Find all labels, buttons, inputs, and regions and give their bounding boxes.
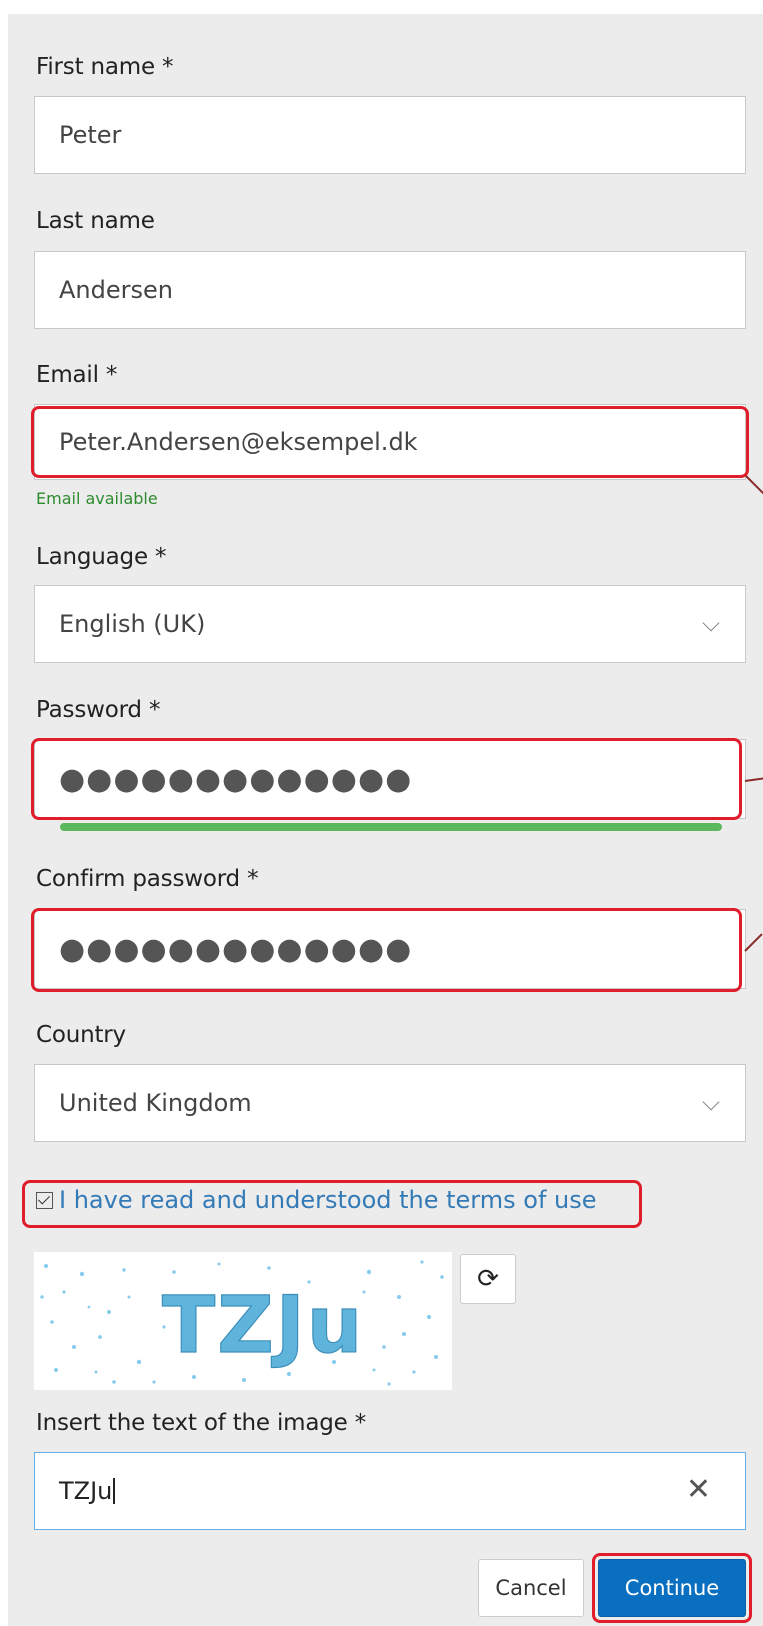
country-select[interactable]: United Kingdom: [34, 1064, 746, 1142]
email-input[interactable]: Peter.Andersen@eksempel.dk: [34, 404, 746, 480]
email-value: Peter.Andersen@eksempel.dk: [59, 428, 418, 456]
country-label: Country: [36, 1022, 126, 1048]
email-label: Email *: [36, 362, 118, 388]
confirm-password-value: ●●●●●●●●●●●●●: [59, 931, 413, 967]
password-input[interactable]: ●●●●●●●●●●●●●: [34, 739, 746, 819]
terms-checkbox-row[interactable]: I have read and understood the terms of …: [36, 1186, 597, 1214]
password-value: ●●●●●●●●●●●●●: [59, 761, 413, 797]
continue-button[interactable]: Continue: [598, 1559, 746, 1617]
first-name-label: First name *: [36, 54, 174, 80]
captcha-image: TZJu: [34, 1252, 452, 1390]
first-name-value: Peter: [59, 121, 122, 149]
cancel-button[interactable]: Cancel: [478, 1559, 584, 1617]
captcha-input-value: TZJu: [59, 1477, 113, 1505]
captcha-text-input[interactable]: TZJu ✕: [34, 1452, 746, 1530]
confirm-password-input[interactable]: ●●●●●●●●●●●●●: [34, 909, 746, 989]
password-strength-bar: [60, 823, 722, 831]
checkbox-checked-icon[interactable]: [36, 1191, 53, 1209]
country-value: United Kingdom: [59, 1089, 252, 1117]
chevron-down-icon: [702, 1093, 720, 1111]
clear-icon[interactable]: ✕: [686, 1475, 711, 1505]
text-caret: [113, 1478, 115, 1504]
email-available-status: Email available: [36, 489, 158, 508]
terms-link[interactable]: I have read and understood the terms of …: [59, 1186, 597, 1214]
captcha-text: TZJu: [162, 1281, 364, 1371]
confirm-password-label: Confirm password *: [36, 866, 259, 892]
captcha-input-label: Insert the text of the image *: [36, 1410, 367, 1436]
last-name-input[interactable]: Andersen: [34, 251, 746, 329]
first-name-input[interactable]: Peter: [34, 96, 746, 174]
chevron-down-icon: [702, 614, 720, 632]
password-label: Password *: [36, 697, 161, 723]
language-select[interactable]: English (UK): [34, 585, 746, 663]
last-name-label: Last name: [36, 208, 155, 234]
refresh-icon: ⟳: [477, 1264, 499, 1294]
language-value: English (UK): [59, 610, 206, 638]
language-label: Language *: [36, 544, 167, 570]
last-name-value: Andersen: [59, 276, 173, 304]
captcha-refresh-button[interactable]: ⟳: [460, 1254, 516, 1304]
